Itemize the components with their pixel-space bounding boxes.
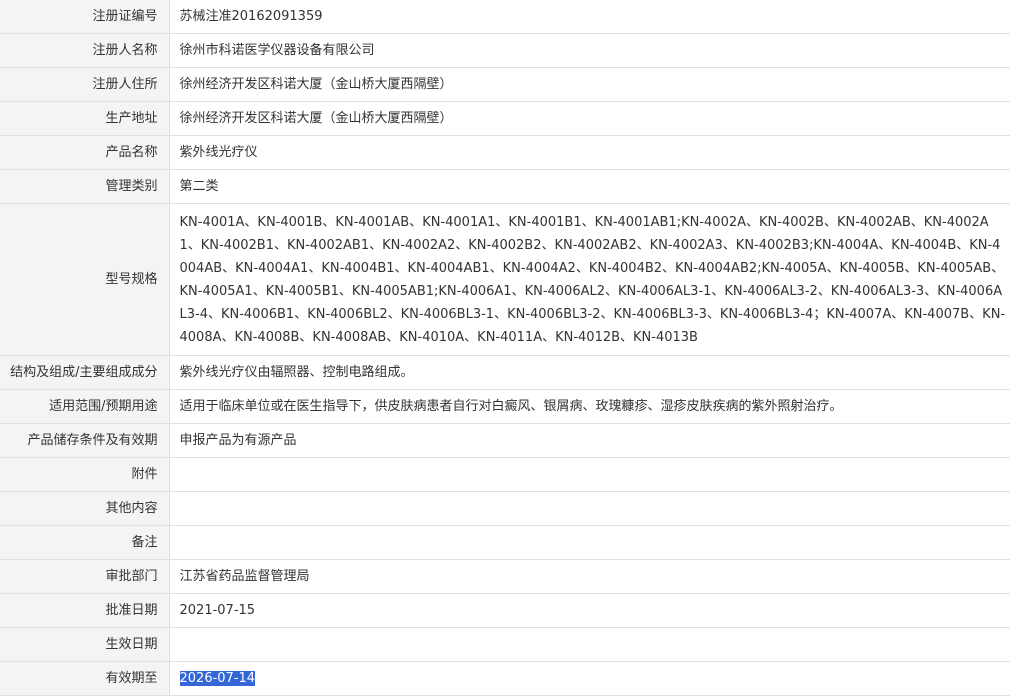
- field-label: 批准日期: [0, 593, 170, 628]
- row-other-content: 其他内容: [0, 491, 1010, 526]
- row-valid-until: 有效期至 2026-07-14: [0, 661, 1010, 696]
- row-intended-use: 适用范围/预期用途 适用于临床单位或在医生指导下，供皮肤病患者自行对白癜风、银屑…: [0, 389, 1010, 424]
- field-label: 注册证编号: [0, 0, 170, 34]
- row-product-name: 产品名称 紫外线光疗仪: [0, 135, 1010, 170]
- row-approval-department: 审批部门 江苏省药品监督管理局: [0, 559, 1010, 594]
- field-label: 其他内容: [0, 491, 170, 526]
- row-approval-date: 批准日期 2021-07-15: [0, 593, 1010, 628]
- registrant-name-value: 徐州市科诺医学仪器设备有限公司: [169, 33, 1010, 68]
- remarks-value: [169, 525, 1010, 560]
- row-storage-validity: 产品储存条件及有效期 申报产品为有源产品: [0, 423, 1010, 458]
- other-content-value: [169, 491, 1010, 526]
- field-label: 产品名称: [0, 135, 170, 170]
- field-label: 产品储存条件及有效期: [0, 423, 170, 458]
- approval-department-value: 江苏省药品监督管理局: [169, 559, 1010, 594]
- row-production-address: 生产地址 徐州经济开发区科诺大厦（金山桥大厦西隔壁）: [0, 101, 1010, 136]
- field-label: 附件: [0, 457, 170, 492]
- attachments-value: [169, 457, 1010, 492]
- field-label: 备注: [0, 525, 170, 560]
- row-attachments: 附件: [0, 457, 1010, 492]
- product-name-value: 紫外线光疗仪: [169, 135, 1010, 170]
- intended-use-value: 适用于临床单位或在医生指导下，供皮肤病患者自行对白癜风、银屑病、玫瑰糠疹、湿疹皮…: [169, 389, 1010, 424]
- field-label: 型号规格: [0, 203, 170, 356]
- registration-detail-table: 注册证编号 苏械注准20162091359 注册人名称 徐州市科诺医学仪器设备有…: [0, 0, 1010, 696]
- registration-number-value: 苏械注准20162091359: [169, 0, 1010, 34]
- field-label: 有效期至: [0, 661, 170, 696]
- row-model-specs: 型号规格 KN-4001A、KN-4001B、KN-4001AB、KN-4001…: [0, 203, 1010, 356]
- row-structure-composition: 结构及组成/主要组成成分 紫外线光疗仪由辐照器、控制电路组成。: [0, 355, 1010, 390]
- field-label: 注册人住所: [0, 67, 170, 102]
- field-label: 生产地址: [0, 101, 170, 136]
- field-label: 适用范围/预期用途: [0, 389, 170, 424]
- model-specs-value: KN-4001A、KN-4001B、KN-4001AB、KN-4001A1、KN…: [169, 203, 1010, 356]
- field-label: 管理类别: [0, 169, 170, 204]
- row-management-category: 管理类别 第二类: [0, 169, 1010, 204]
- field-label: 审批部门: [0, 559, 170, 594]
- field-label: 生效日期: [0, 627, 170, 662]
- field-label: 注册人名称: [0, 33, 170, 68]
- approval-date-value: 2021-07-15: [169, 593, 1010, 628]
- production-address-value: 徐州经济开发区科诺大厦（金山桥大厦西隔壁）: [169, 101, 1010, 136]
- management-category-value: 第二类: [169, 169, 1010, 204]
- row-registration-number: 注册证编号 苏械注准20162091359: [0, 0, 1010, 34]
- row-effective-date: 生效日期: [0, 627, 1010, 662]
- row-registrant-address: 注册人住所 徐州经济开发区科诺大厦（金山桥大厦西隔壁）: [0, 67, 1010, 102]
- valid-until-value[interactable]: 2026-07-14: [179, 670, 256, 686]
- row-registrant-name: 注册人名称 徐州市科诺医学仪器设备有限公司: [0, 33, 1010, 68]
- row-remarks: 备注: [0, 525, 1010, 560]
- effective-date-value: [169, 627, 1010, 662]
- structure-composition-value: 紫外线光疗仪由辐照器、控制电路组成。: [169, 355, 1010, 390]
- field-label: 结构及组成/主要组成成分: [0, 355, 170, 390]
- storage-validity-value: 申报产品为有源产品: [169, 423, 1010, 458]
- registrant-address-value: 徐州经济开发区科诺大厦（金山桥大厦西隔壁）: [169, 67, 1010, 102]
- valid-until-cell: 2026-07-14: [169, 661, 1010, 696]
